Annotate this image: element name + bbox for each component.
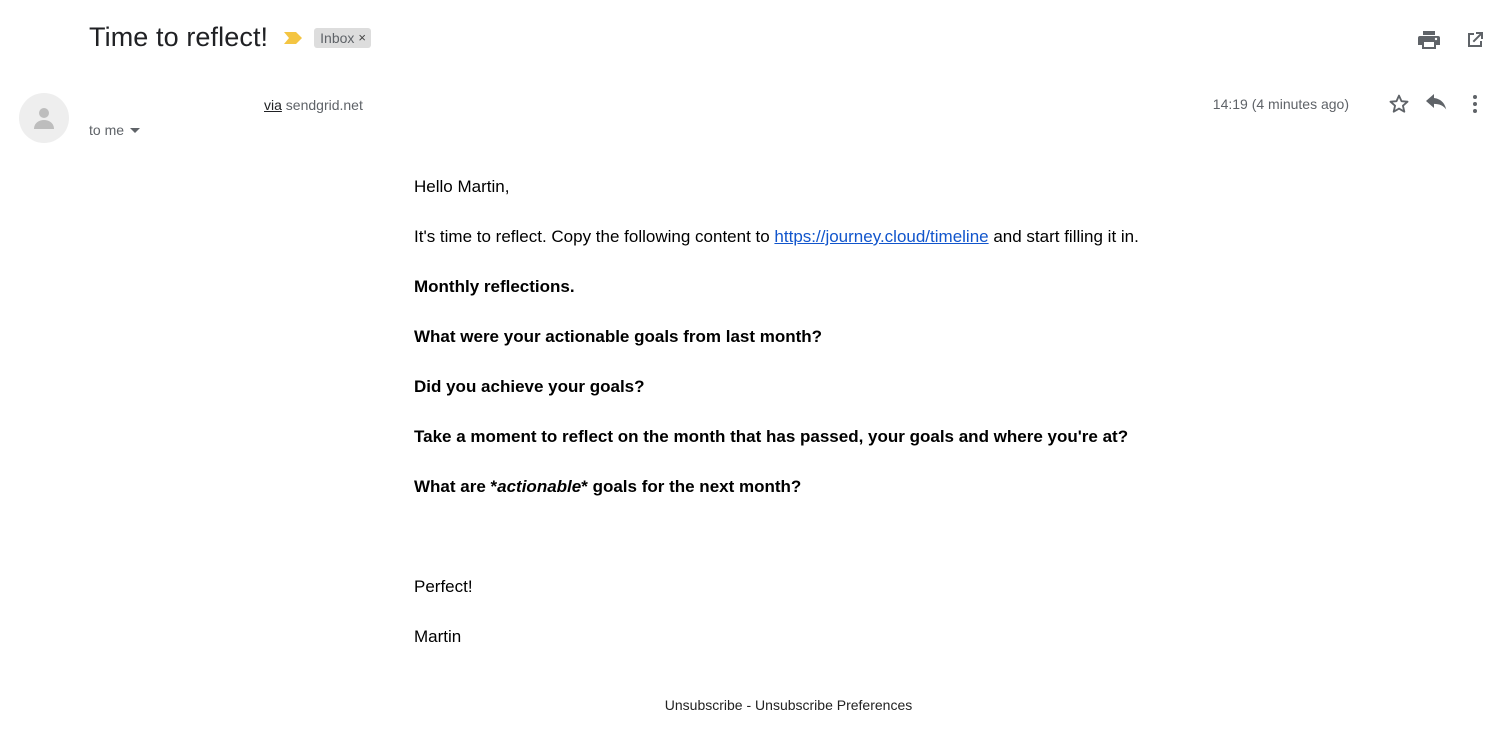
unsubscribe-link[interactable]: Unsubscribe	[665, 697, 743, 713]
print-icon[interactable]	[1417, 28, 1441, 52]
intro-paragraph: It's time to reflect. Copy the following…	[414, 226, 1314, 248]
remove-label-icon[interactable]: ×	[358, 30, 366, 45]
more-options-icon[interactable]	[1463, 92, 1487, 116]
email-footer: Unsubscribe - Unsubscribe Preferences	[0, 697, 1507, 713]
email-subject: Time to reflect!	[89, 22, 269, 52]
via-label[interactable]: via	[264, 97, 282, 113]
top-actions	[1417, 28, 1487, 52]
q5-after: * goals for the next month?	[581, 477, 802, 496]
message-timestamp: 14:19 (4 minutes ago)	[1212, 96, 1349, 112]
reply-icon[interactable]	[1425, 92, 1449, 116]
q5-before: What are *	[414, 477, 498, 496]
question-last-goals: What were your actionable goals from las…	[414, 327, 823, 346]
inbox-label-chip: Inbox ×	[314, 27, 371, 48]
inbox-label-text: Inbox	[320, 29, 355, 46]
question-achieved: Did you achieve your goals?	[414, 377, 645, 396]
email-view: Time to reflect! Inbox × via sendgrid.ne…	[0, 0, 1507, 744]
message-body: Hello Martin, It's time to reflect. Copy…	[414, 176, 1314, 676]
subject-row: Time to reflect! Inbox ×	[89, 22, 371, 53]
unsubscribe-preferences-link[interactable]: Unsubscribe Preferences	[755, 697, 912, 713]
intro-text-before: It's time to reflect. Copy the following…	[414, 227, 775, 246]
greeting: Hello Martin,	[414, 177, 510, 196]
q5-italic: actionable	[497, 477, 582, 496]
show-details-icon[interactable]	[130, 127, 141, 133]
person-icon	[34, 108, 54, 129]
open-in-new-window-icon[interactable]	[1463, 28, 1487, 52]
message-meta: 14:19 (4 minutes ago)	[1213, 92, 1487, 116]
recipient-line: to me	[89, 122, 141, 138]
closing: Perfect!	[414, 577, 473, 596]
importance-marker-icon[interactable]	[282, 30, 304, 46]
recipient-text: to me	[89, 122, 125, 138]
signature: Martin	[414, 627, 462, 646]
intro-text-after: and start filling it in.	[988, 227, 1139, 246]
question-next-goals: What are *actionable* goals for the next…	[414, 476, 1314, 498]
star-icon[interactable]	[1387, 92, 1411, 116]
sender-domain: sendgrid.net	[285, 97, 363, 113]
timeline-link[interactable]: https://journey.cloud/timeline	[774, 227, 988, 246]
footer-separator: -	[742, 697, 756, 713]
question-reflect: Take a moment to reflect on the month th…	[414, 427, 1129, 446]
sender-line: via sendgrid.net	[264, 97, 363, 113]
sender-avatar[interactable]	[19, 93, 69, 143]
question-heading: Monthly reflections.	[414, 277, 575, 296]
